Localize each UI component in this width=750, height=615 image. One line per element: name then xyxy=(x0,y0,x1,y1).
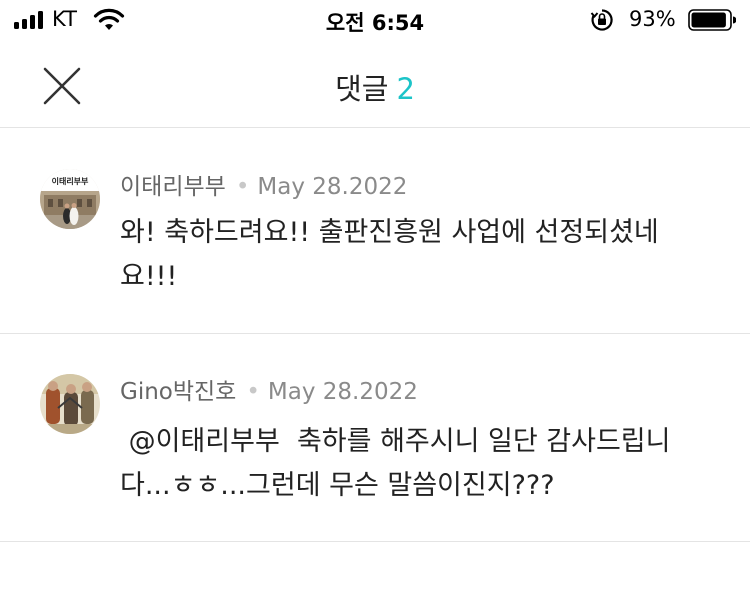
battery-percent: 93% xyxy=(629,7,676,31)
avatar[interactable]: 이태리부부 xyxy=(40,169,100,229)
comment-item: 이태리부부 이태리부부 • May 28.2022 와! 축하드려요!! 출판진흥원… xyxy=(0,129,750,334)
comment-author[interactable]: Gino박진호 xyxy=(120,379,236,405)
rotation-lock-icon xyxy=(590,9,613,31)
comments-header: 댓글 2 xyxy=(0,40,750,128)
comment-item: Gino박진호 • May 28.2022 @이태리부부 축하를 해주시니 일단 감… xyxy=(0,334,750,542)
battery-icon xyxy=(688,9,736,31)
comment-count: 2 xyxy=(396,72,415,106)
mention-link[interactable]: @이태리부부 xyxy=(129,426,280,457)
comment-text: @이태리부부 축하를 해주시니 일단 감사드립니다...ㅎㅎ...그런데 무슨 … xyxy=(120,420,700,508)
comment-meta: 이태리부부 • May 28.2022 xyxy=(120,167,407,201)
separator-dot: • xyxy=(235,174,250,200)
comment-text: 와! 축하드려요!! 출판진흥원 사업에 선정되셨네요!!! xyxy=(120,217,659,292)
comment-date: May 28.2022 xyxy=(257,174,408,200)
comment-meta: Gino박진호 • May 28.2022 xyxy=(120,372,418,406)
comment-date: May 28.2022 xyxy=(267,379,418,405)
page-title-label: 댓글 xyxy=(335,72,389,106)
avatar[interactable] xyxy=(40,374,100,434)
status-bar: KT 오전 6:54 93% xyxy=(0,0,750,40)
page-title: 댓글 2 xyxy=(0,66,750,108)
separator-dot: • xyxy=(246,379,260,405)
svg-text:이태리부부: 이태리부부 xyxy=(52,176,89,186)
comment-author[interactable]: 이태리부부 xyxy=(120,174,226,200)
